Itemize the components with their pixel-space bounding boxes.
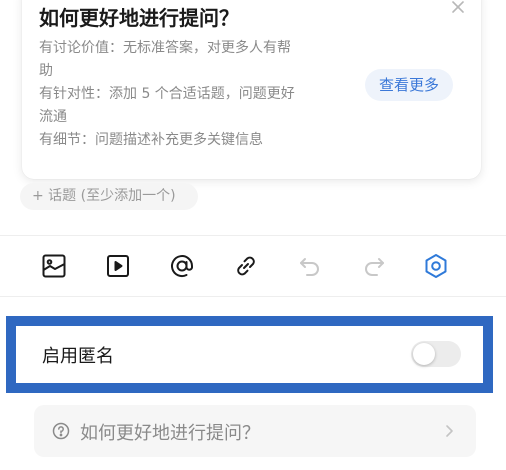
anonymous-label: 启用匿名 [42, 346, 114, 367]
image-icon[interactable] [38, 250, 70, 282]
undo-icon[interactable] [294, 250, 326, 282]
tip-line: 有细节：问题描述补充更多关键信息 [39, 132, 263, 148]
close-icon[interactable] [449, 0, 467, 16]
mention-icon[interactable] [166, 250, 198, 282]
tip-line: 助 [39, 63, 53, 79]
video-icon[interactable] [102, 250, 134, 282]
toggle-knob [413, 343, 435, 365]
tip-body: 有讨论价值：无标准答案，对更多人有帮 助 有针对性：添加 5 个合适话题，问题更… [39, 37, 349, 152]
add-topic-button[interactable]: + 话题 (至少添加一个) [20, 183, 198, 210]
divider [0, 296, 506, 297]
tip-title: 如何更好地进行提问？ [39, 6, 239, 30]
tip-line: 有讨论价值：无标准答案，对更多人有帮 [39, 40, 291, 56]
redo-icon[interactable] [358, 250, 390, 282]
how-to-ask-link[interactable]: 如何更好地进行提问？ [34, 405, 476, 457]
tip-line: 有针对性：添加 5 个合适话题，问题更好 [39, 86, 295, 102]
tip-line: 流通 [39, 109, 67, 125]
anonymous-toggle[interactable] [411, 341, 461, 367]
editor-toolbar [0, 236, 506, 296]
question-tips-card: 如何更好地进行提问？ 有讨论价值：无标准答案，对更多人有帮 助 有针对性：添加 … [22, 0, 481, 179]
question-circle-icon [52, 422, 70, 440]
see-more-button[interactable]: 查看更多 [364, 69, 453, 101]
anonymous-row[interactable]: 启用匿名 [16, 326, 483, 383]
how-to-ask-label: 如何更好地进行提问？ [80, 423, 260, 444]
link-icon[interactable] [230, 250, 262, 282]
settings-icon[interactable] [420, 250, 452, 282]
chevron-right-icon [440, 422, 458, 440]
